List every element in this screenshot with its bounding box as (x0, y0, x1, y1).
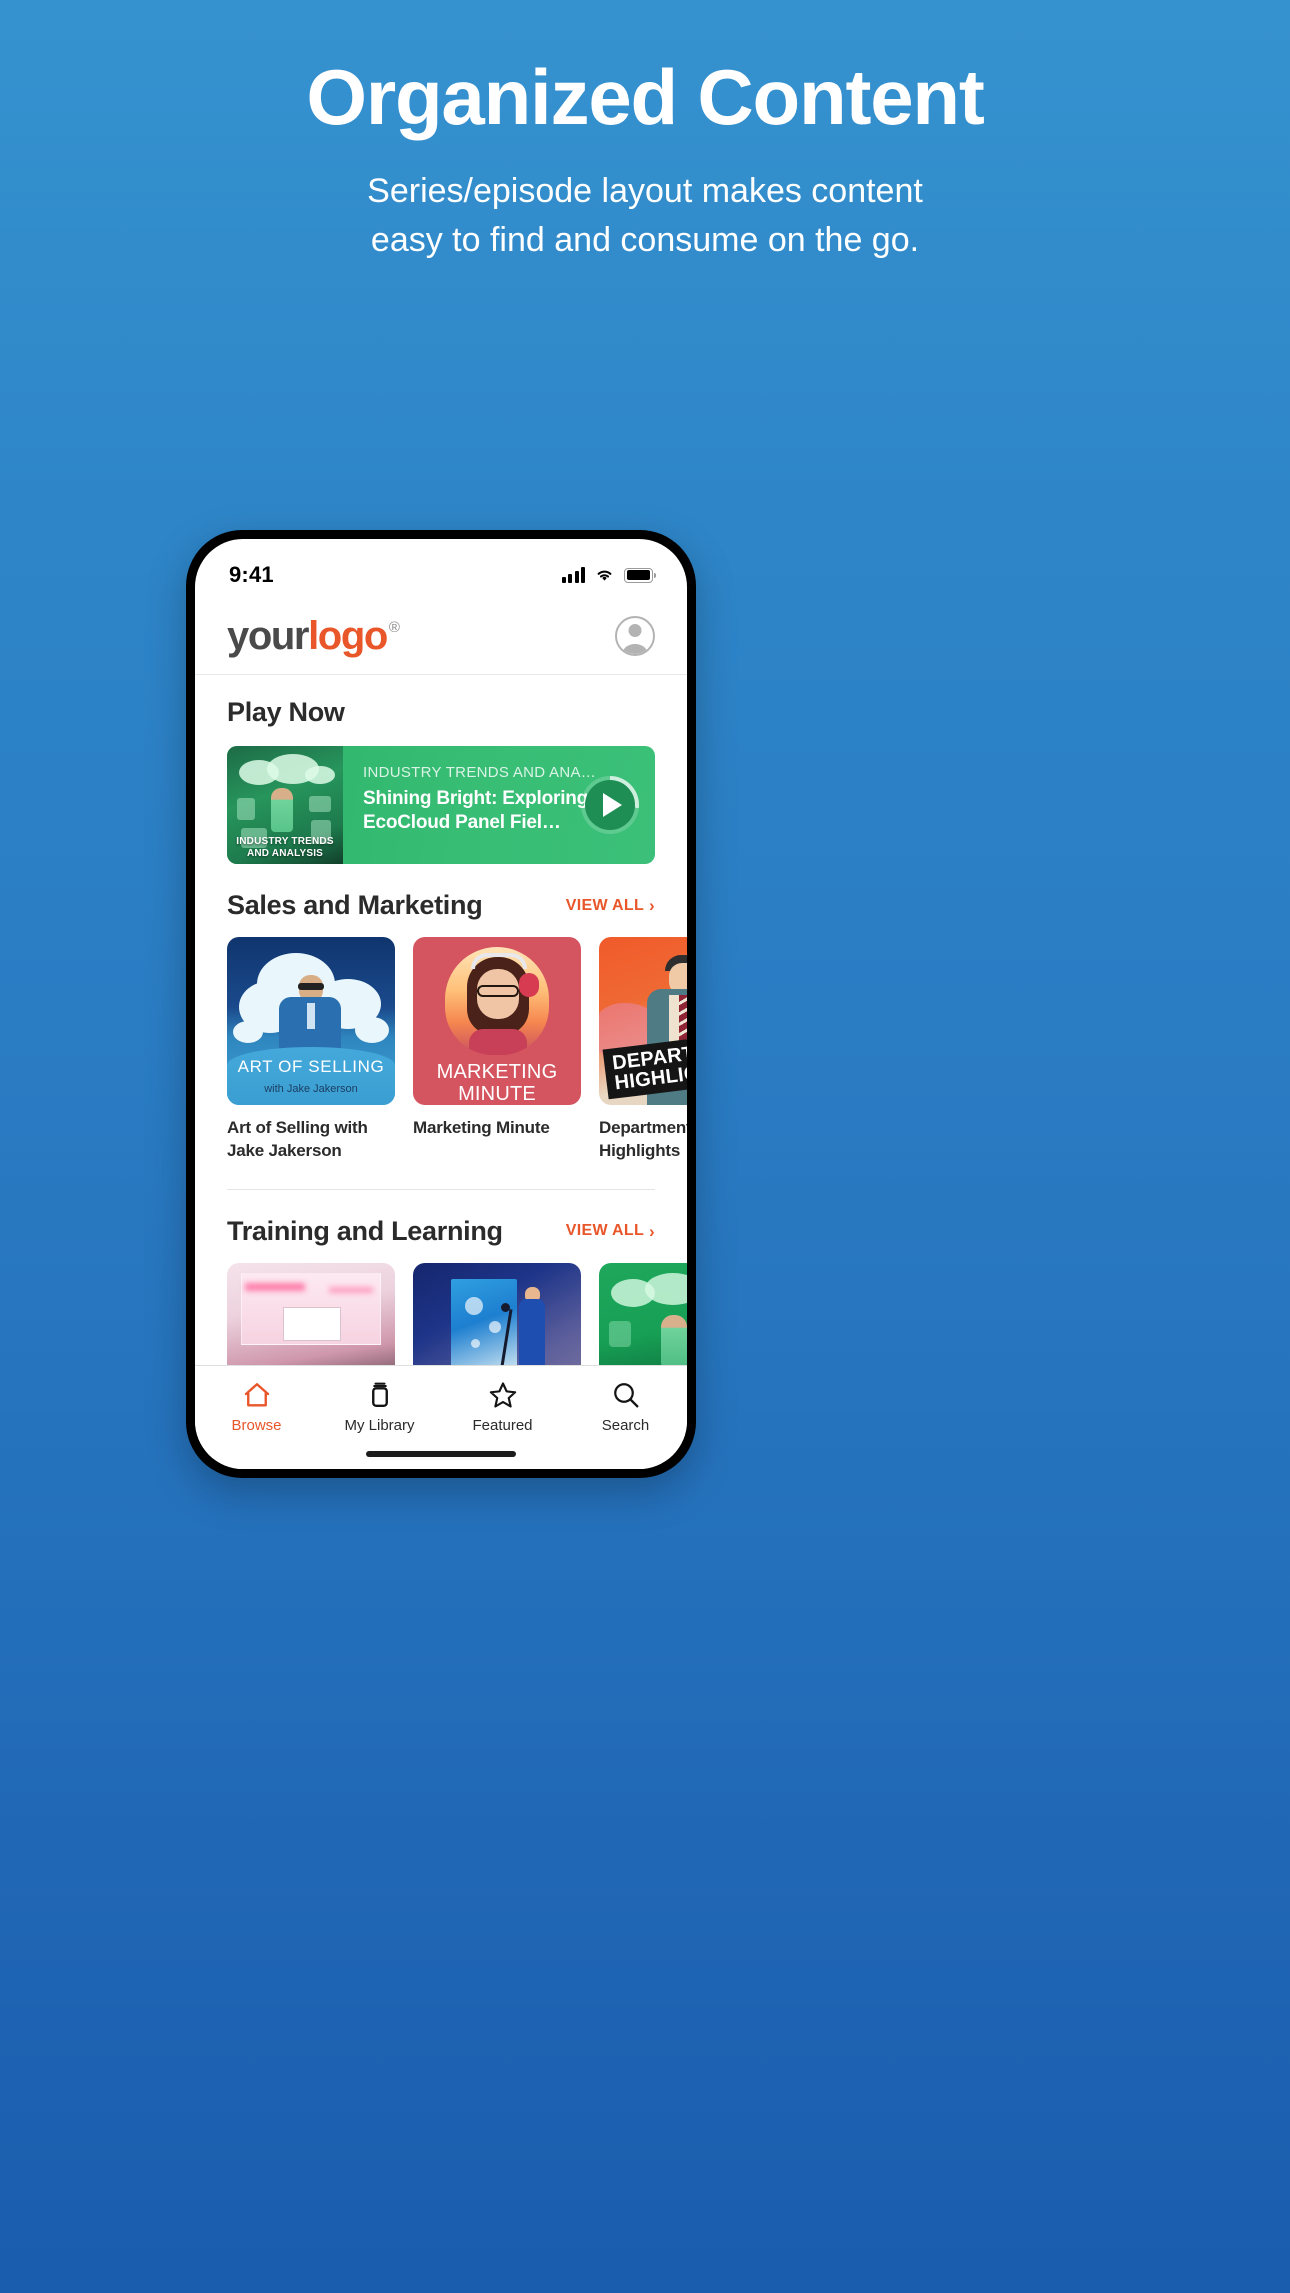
status-bar-time: 9:41 (229, 562, 274, 587)
section-title: Sales and Marketing (227, 890, 483, 920)
artwork-title-line-1: MARKETING (436, 1061, 558, 1083)
view-all-button-training-and-learning[interactable]: VIEW ALL › (566, 1222, 655, 1240)
home-indicator[interactable] (366, 1451, 516, 1457)
account-avatar-icon[interactable] (615, 615, 655, 656)
status-bar: 9:41 (195, 539, 687, 597)
series-card-industry-analysis[interactable]: INDUSTRY AND… Industry Analysis (599, 1262, 687, 1365)
tab-label: Browse (231, 1417, 282, 1434)
logo-trademark: ® (388, 618, 400, 636)
series-artwork: TRAINING AND DEVELOPMENT (227, 1262, 395, 1365)
series-artwork: INDUSTRY AND… (599, 1262, 687, 1365)
carousel-sales-and-marketing[interactable]: ART OF SELLING with Jake Jakerson Art of… (195, 937, 687, 1163)
app-bar: your logo ® (195, 597, 687, 675)
battery-icon (624, 567, 656, 583)
phone-screen: 9:41 your logo ® Play Now INDUSTRY TREND… (195, 539, 687, 1469)
cellular-signal-icon (561, 567, 585, 583)
view-all-label: VIEW ALL (565, 1222, 645, 1240)
tab-my-library[interactable]: My Library (318, 1380, 441, 1434)
section-sales-and-marketing: Sales and Marketing VIEW ALL › ART OF SE… (195, 864, 687, 1163)
library-icon (371, 1382, 388, 1407)
series-card-art-of-selling[interactable]: ART OF SELLING with Jake Jakerson Art of… (227, 937, 395, 1163)
series-caption: Department Highlights (599, 1118, 687, 1160)
app-logo[interactable]: your logo ® (227, 613, 400, 658)
tab-label: Featured (472, 1417, 533, 1434)
play-now-section: Play Now INDUSTRY TRENDS AND ANALYSIS IN… (195, 675, 687, 864)
view-all-button-sales-and-marketing[interactable]: VIEW ALL › (566, 897, 655, 915)
series-artwork: ART OF SELLING with Jake Jakerson (227, 937, 395, 1105)
thumbnail-label-line-1: INDUSTRY TRENDS (236, 836, 334, 847)
series-card-guest-speakers[interactable]: GUEST SPEAKERS Guest Speakers (413, 1262, 581, 1365)
artwork-title: MARKETING MINUTE (413, 1061, 581, 1105)
star-icon (489, 1382, 516, 1408)
artwork-title-line-2: MINUTE (458, 1083, 536, 1105)
promo-header: Organized Content Series/episode layout … (0, 0, 1290, 265)
promo-title: Organized Content (306, 53, 984, 141)
section-title: Training and Learning (227, 1215, 503, 1246)
play-button-icon[interactable] (581, 776, 639, 834)
series-caption: Marketing Minute (413, 1118, 550, 1137)
thumbnail-label-line-2: AND ANALYSIS (246, 847, 324, 859)
series-caption: Art of Selling with Jake Jakerson (227, 1118, 368, 1160)
series-artwork: GUEST SPEAKERS (413, 1262, 581, 1365)
play-now-heading: Play Now (227, 697, 345, 727)
view-all-label: VIEW ALL (565, 896, 645, 914)
promo-subtitle-line-2: easy to find and consume on the go. (370, 221, 920, 260)
wifi-icon (597, 570, 612, 581)
artwork-title: ART OF SELLING (237, 1057, 385, 1076)
now-playing-title-line-2: EcoCloud Panel Fiel… (363, 811, 561, 833)
phone-mockup: 9:41 your logo ® Play Now INDUSTRY TREND… (186, 530, 696, 1478)
app-content: Play Now INDUSTRY TRENDS AND ANALYSIS IN… (195, 675, 687, 1365)
series-card-marketing-minute[interactable]: MARKETING MINUTE Marketing Minute (413, 937, 581, 1163)
logo-text-logo: logo (308, 613, 388, 658)
home-icon (244, 1383, 269, 1407)
series-artwork: DEPARTMENT HIGHLIGHTS (599, 937, 687, 1105)
search-icon (613, 1383, 638, 1408)
chevron-right-icon: › (649, 896, 655, 915)
carousel-training-and-learning[interactable]: TRAINING AND DEVELOPMENT Training and De… (195, 1262, 687, 1365)
tab-label: Search (601, 1417, 650, 1434)
section-training-and-learning: Training and Learning VIEW ALL › (195, 1190, 687, 1365)
logo-text-your: your (227, 613, 309, 658)
status-bar-icons (561, 567, 656, 583)
artwork-subtitle: with Jake Jakerson (264, 1083, 358, 1095)
series-card-training-and-development[interactable]: TRAINING AND DEVELOPMENT Training and De… (227, 1262, 395, 1365)
now-playing-thumbnail: INDUSTRY TRENDS AND ANALYSIS (227, 746, 343, 864)
tab-browse[interactable]: Browse (195, 1380, 318, 1434)
thumbnail-series-label: INDUSTRY TRENDS AND ANALYSIS (227, 836, 343, 859)
promo-subtitle-line-1: Series/episode layout makes content (367, 171, 923, 210)
tab-label: My Library (344, 1417, 415, 1434)
tab-featured[interactable]: Featured (441, 1380, 564, 1434)
chevron-right-icon: › (649, 1221, 655, 1241)
section-header: Training and Learning VIEW ALL › (195, 1216, 687, 1247)
series-card-department-highlights[interactable]: DEPARTMENT HIGHLIGHTS Department Highlig… (599, 937, 687, 1163)
section-header: Sales and Marketing VIEW ALL › (195, 890, 687, 921)
promo-subtitle: Series/episode layout makes content easy… (0, 167, 1290, 266)
series-artwork: MARKETING MINUTE (413, 937, 581, 1105)
now-playing-card[interactable]: INDUSTRY TRENDS AND ANALYSIS INDUSTRY TR… (227, 746, 655, 864)
tab-search[interactable]: Search (564, 1380, 687, 1434)
